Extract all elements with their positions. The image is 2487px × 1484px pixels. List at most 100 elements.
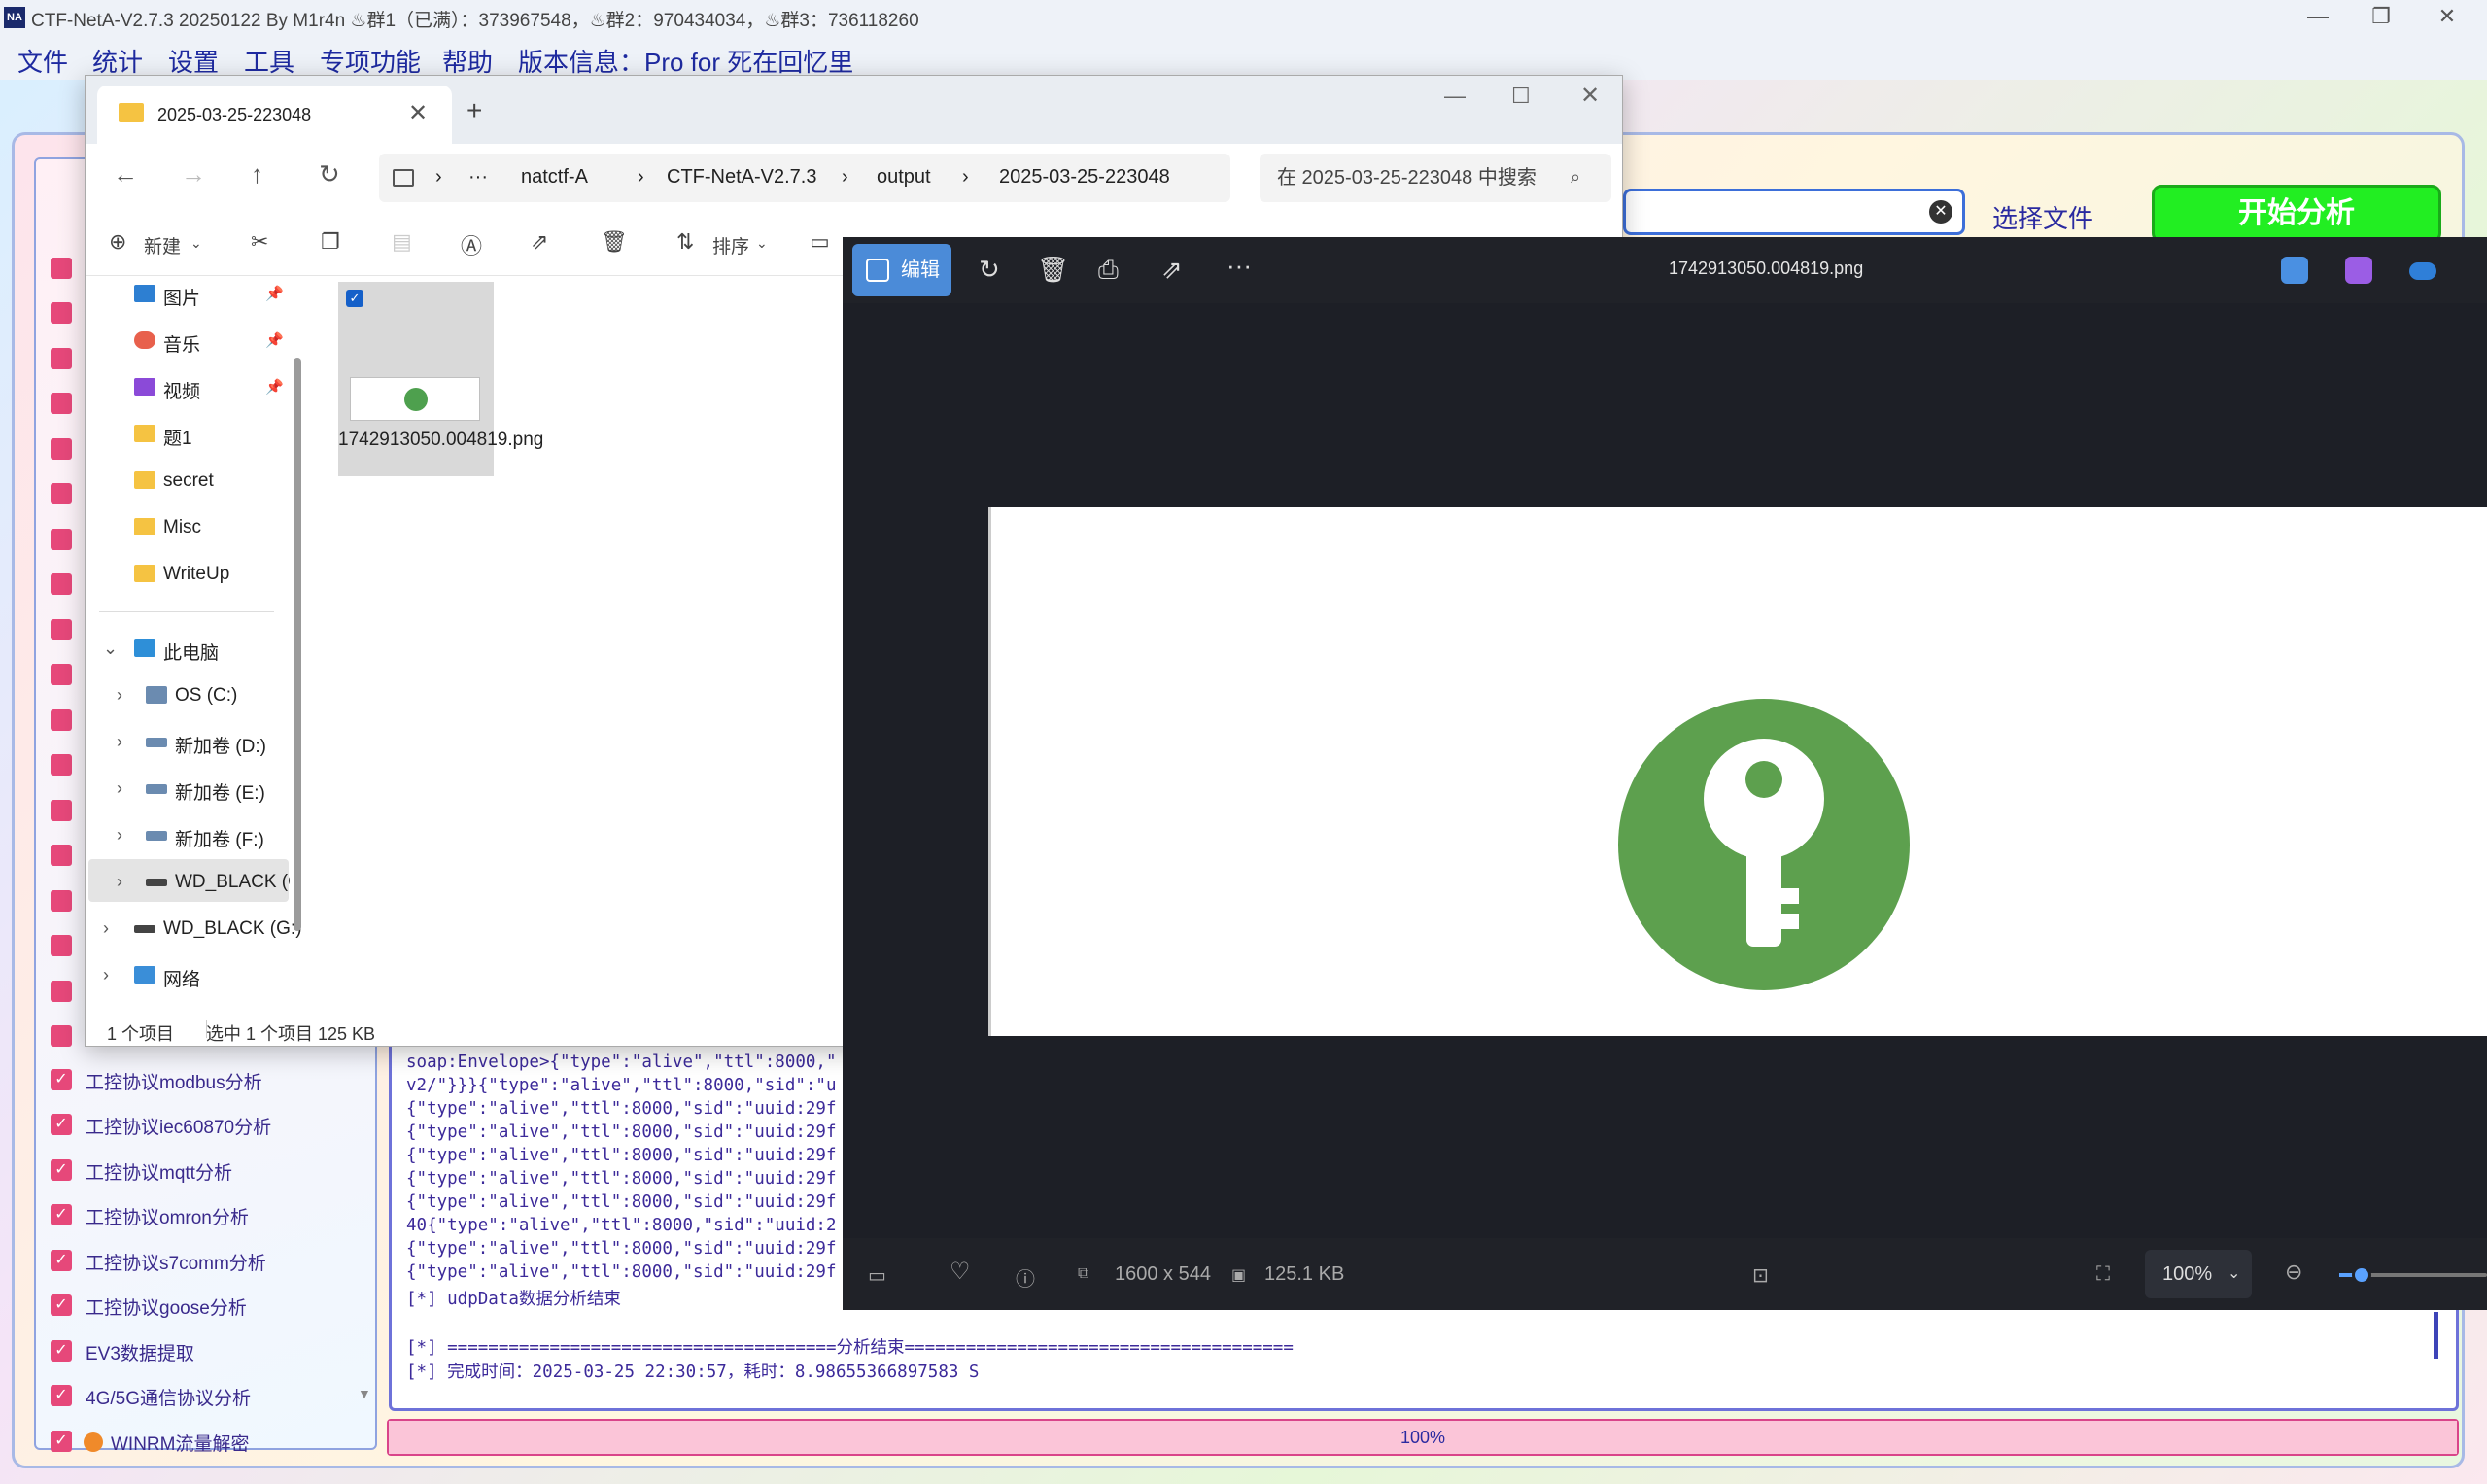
chevron-right-icon[interactable]: › [103, 965, 109, 985]
close-button[interactable]: ✕ [2418, 2, 2476, 31]
choose-file-button[interactable]: 选择文件 [1992, 199, 2093, 235]
zoom-out-icon[interactable]: ⊖ [2285, 1260, 2302, 1285]
nav-item-videos[interactable]: 视频 📌 [86, 369, 290, 408]
chevron-right-icon[interactable]: › [117, 685, 122, 706]
menu-special[interactable]: 专项功能 [320, 43, 421, 79]
menu-stats[interactable]: 统计 [92, 43, 143, 79]
new-button[interactable]: 新建 [144, 232, 181, 259]
designer-icon[interactable] [2281, 257, 2308, 284]
restore-button[interactable]: ❐ [2352, 2, 2410, 31]
list-scroll-down-icon[interactable]: ▼ [358, 1386, 371, 1401]
explorer-tab[interactable]: 2025-03-25-223048 ✕ [97, 86, 452, 144]
checkbox[interactable]: ✓ [51, 1204, 72, 1225]
checkbox[interactable]: ✓ [51, 1114, 72, 1135]
forward-icon[interactable]: → [181, 159, 206, 190]
explorer-close-button[interactable]: ✕ [1580, 82, 1600, 110]
breadcrumb-more[interactable]: ··· [468, 166, 488, 189]
back-icon[interactable]: ← [113, 159, 138, 190]
print-icon[interactable]: ⎙ [1098, 255, 1119, 286]
menu-settings[interactable]: 设置 [168, 43, 219, 79]
menu-tools[interactable]: 工具 [244, 43, 294, 79]
delete-icon[interactable]: 🗑 [1037, 255, 1069, 285]
nav-item-drive[interactable]: › WD_BLACK (G [86, 864, 290, 903]
minimize-button[interactable]: — [2289, 2, 2347, 31]
checkbox[interactable]: ✓ [51, 1385, 72, 1406]
option-4g5g[interactable]: ✓ 4G/5G通信协议分析 [51, 1381, 381, 1410]
option-winrm[interactable]: ✓ WINRM流量解密 [51, 1427, 381, 1456]
new-icon[interactable]: ⊕ [109, 229, 126, 255]
sort-button[interactable]: 排序 [712, 232, 749, 259]
chevron-right-icon[interactable]: › [117, 732, 122, 752]
explorer-maximize-button[interactable]: ☐ [1511, 84, 1531, 109]
option-goose[interactable]: ✓ 工控协议goose分析 [51, 1291, 381, 1320]
copy-icon[interactable]: ❐ [321, 229, 340, 255]
zoom-slider[interactable] [2339, 1265, 2487, 1285]
sort-icon[interactable]: ⇅ [676, 229, 694, 255]
nav-item-folder[interactable]: Misc [86, 509, 290, 548]
option-ev3[interactable]: ✓ EV3数据提取 [51, 1336, 381, 1365]
checkbox[interactable]: ✓ [51, 1340, 72, 1362]
file-path-input[interactable] [1623, 189, 1965, 235]
fit-window-icon[interactable]: ⛶ [2096, 1263, 2110, 1286]
up-icon[interactable]: ↑ [251, 159, 263, 190]
new-tab-button[interactable]: + [466, 95, 482, 126]
breadcrumb-item[interactable]: output [877, 166, 931, 189]
pin-icon[interactable]: 📌 [265, 331, 284, 349]
chevron-right-icon[interactable]: › [117, 872, 122, 892]
checkbox[interactable]: ✓ [51, 1294, 72, 1316]
clear-icon[interactable]: ✕ [1929, 200, 1952, 224]
rotate-icon[interactable]: ↻ [979, 255, 1000, 285]
rename-icon[interactable]: Ⓐ [461, 229, 482, 260]
log-scrollbar[interactable] [2434, 1312, 2438, 1359]
option-mqtt[interactable]: ✓ 工控协议mqtt分析 [51, 1156, 381, 1185]
option-iec60870[interactable]: ✓ 工控协议iec60870分析 [51, 1110, 381, 1139]
image-canvas[interactable] [988, 507, 2487, 1036]
chevron-right-icon[interactable]: › [117, 825, 122, 846]
start-analysis-button[interactable]: 开始分析 [2152, 185, 2441, 243]
file-item[interactable]: ✓ 1742913050.004819.png [338, 282, 543, 476]
tab-close-icon[interactable]: ✕ [408, 99, 428, 127]
menu-version[interactable]: 版本信息：Pro for 死在回忆里 [518, 43, 853, 79]
option-omron[interactable]: ✓ 工控协议omron分析 [51, 1200, 381, 1229]
explorer-minimize-button[interactable]: — [1444, 84, 1466, 109]
cut-icon[interactable]: ✂ [251, 229, 268, 255]
menu-help[interactable]: 帮助 [442, 43, 493, 79]
edit-button[interactable]: 编辑 [852, 244, 951, 296]
chevron-down-icon[interactable]: ⌄ [190, 235, 202, 252]
nav-item-drive[interactable]: › OS (C:) [86, 677, 290, 716]
more-icon[interactable]: ··· [1226, 251, 1252, 281]
nav-item-folder[interactable]: WriteUp [86, 556, 290, 595]
option-modbus[interactable]: ✓ 工控协议modbus分析 [51, 1065, 381, 1094]
pin-icon[interactable]: 📌 [265, 378, 284, 396]
chevron-right-icon[interactable]: › [117, 778, 122, 799]
nav-item-this-pc[interactable]: ⌄ 此电脑 [86, 631, 290, 670]
chevron-down-icon[interactable]: ⌄ [756, 235, 768, 252]
refresh-icon[interactable]: ↻ [319, 159, 340, 190]
nav-item-folder[interactable]: secret [86, 463, 290, 501]
clipchamp-icon[interactable] [2345, 257, 2372, 284]
breadcrumb-item[interactable]: CTF-NetA-V2.7.3 [667, 166, 816, 189]
zoom-select[interactable]: 100% ⌄ [2145, 1250, 2252, 1298]
onedrive-icon[interactable] [2409, 262, 2436, 280]
delete-icon[interactable]: 🗑 [601, 229, 628, 255]
chevron-right-icon[interactable]: › [103, 918, 109, 939]
info-icon[interactable]: ⓘ [1016, 1263, 1035, 1292]
checkbox[interactable]: ✓ [51, 1159, 72, 1181]
breadcrumb-item[interactable]: 2025-03-25-223048 [999, 166, 1170, 189]
nav-item-music[interactable]: 音乐 📌 [86, 323, 290, 362]
checkbox[interactable]: ✓ [51, 1431, 72, 1452]
filmstrip-icon[interactable]: ▭ [868, 1263, 886, 1288]
zoom-slider-handle[interactable] [2351, 1265, 2371, 1285]
nav-item-folder[interactable]: 题1 [86, 416, 290, 455]
pin-icon[interactable]: 📌 [265, 285, 284, 302]
paste-icon[interactable]: ▤ [392, 229, 412, 255]
nav-item-drive[interactable]: › 新加卷 (E:) [86, 771, 290, 810]
chevron-down-icon[interactable]: ⌄ [103, 638, 118, 659]
view-icon[interactable]: ▭ [810, 229, 830, 255]
nav-item-drive[interactable]: › 新加卷 (D:) [86, 724, 290, 763]
check-icon[interactable]: ✓ [346, 290, 363, 307]
checkbox[interactable]: ✓ [51, 1250, 72, 1271]
search-input[interactable]: 在 2025-03-25-223048 中搜索 [1260, 154, 1611, 202]
nav-scrollbar[interactable] [294, 358, 301, 931]
nav-item-pictures[interactable]: 图片 📌 [86, 276, 290, 315]
